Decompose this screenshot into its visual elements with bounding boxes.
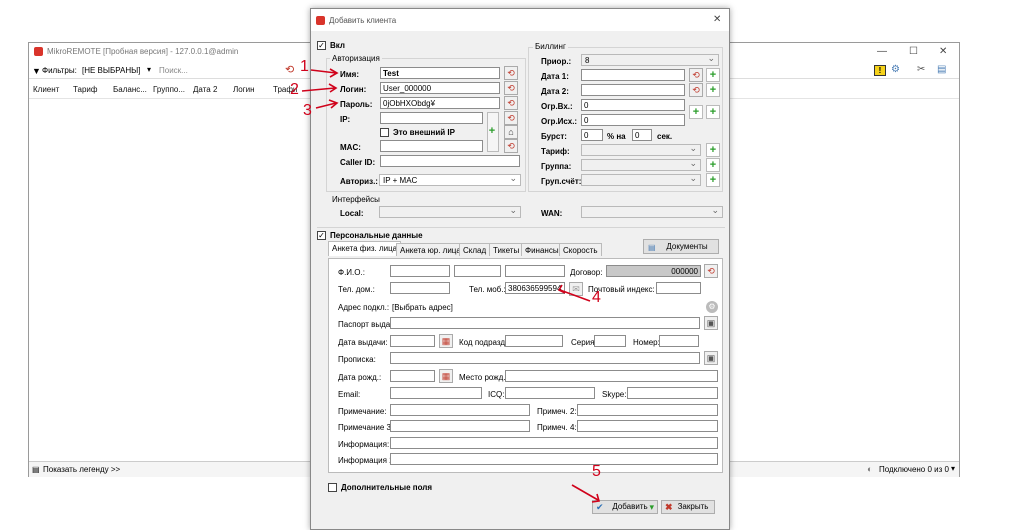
arrow-5 <box>571 484 601 503</box>
annotation-arrows <box>301 68 601 503</box>
arrow-3 <box>315 99 339 109</box>
arrow-1 <box>310 68 339 78</box>
arrow-4 <box>557 284 591 302</box>
arrow-2 <box>301 83 338 93</box>
